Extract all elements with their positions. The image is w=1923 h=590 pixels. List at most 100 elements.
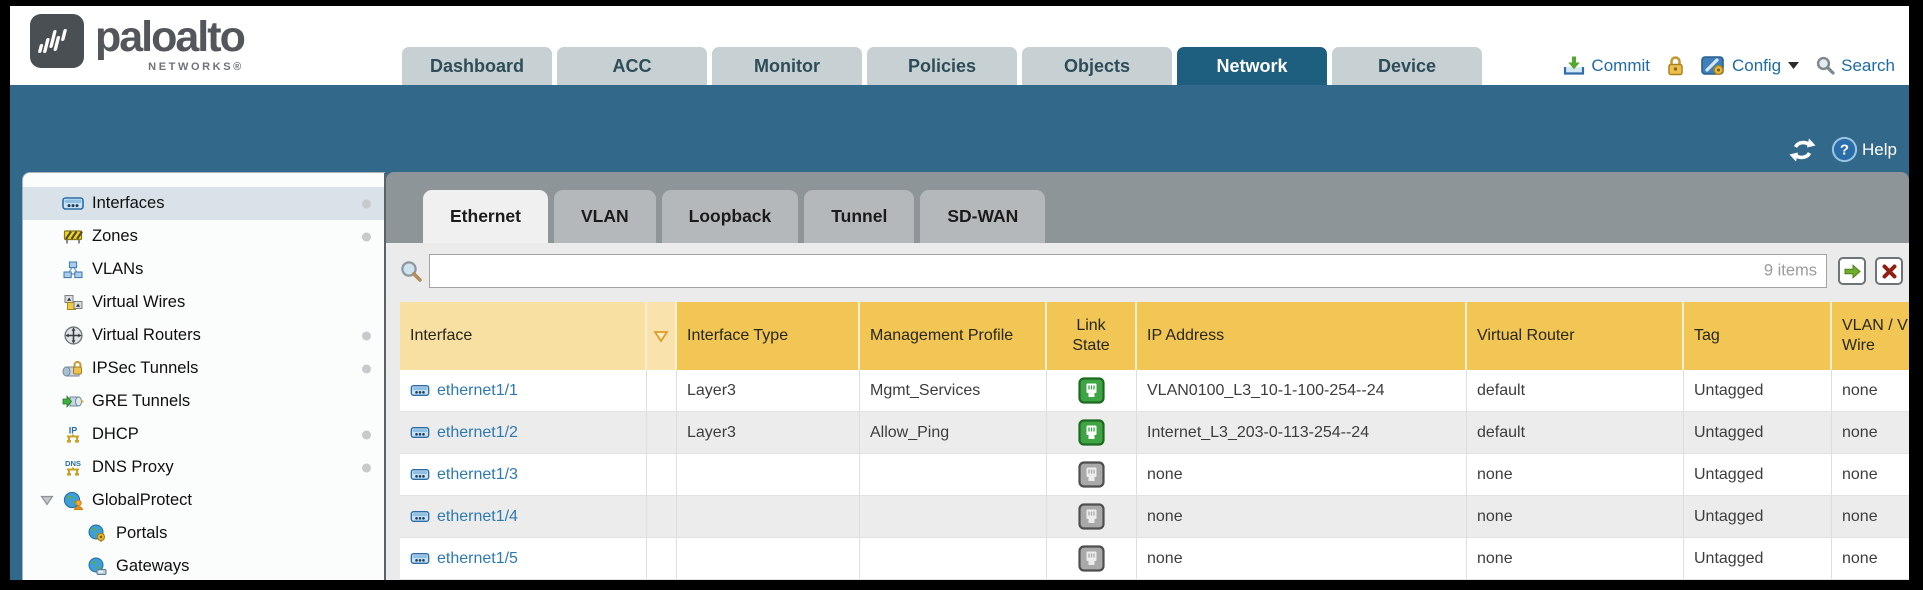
table-row[interactable]: ethernet1/1Layer3Mgmt_ServicesVLAN0100_L… (400, 370, 1909, 412)
table-row[interactable]: ethernet1/2Layer3Allow_PingInternet_L3_2… (400, 412, 1909, 454)
sidebar-item-vlans[interactable]: VLANs (23, 253, 384, 286)
virtual-wires-icon (59, 294, 87, 311)
lock-icon[interactable] (1666, 55, 1685, 76)
sub-tab-vlan[interactable]: VLAN (554, 190, 656, 243)
sub-tab-ethernet[interactable]: Ethernet (423, 190, 548, 243)
cell-interface: ethernet1/3 (400, 454, 647, 496)
sidebar-item-portals[interactable]: Portals (23, 517, 384, 550)
cell-vr: none (1467, 538, 1684, 580)
search-label: Search (1841, 56, 1895, 76)
column-header-ip[interactable]: IP Address (1137, 302, 1467, 370)
column-header-vr[interactable]: Virtual Router (1467, 302, 1684, 370)
sub-tabs: EthernetVLANLoopbackTunnelSD-WAN (386, 172, 1909, 243)
cell-type (677, 454, 860, 496)
cell-ip: VLAN0100_L3_10-1-100-254--24 (1137, 370, 1467, 412)
cell-vlan: none (1832, 412, 1909, 454)
cell-link-state (1047, 538, 1137, 580)
sidebar-item-gateways[interactable]: Gateways (23, 550, 384, 580)
logo-networks-text: NETWORKS® (148, 61, 244, 73)
config-action[interactable]: Config (1701, 55, 1800, 76)
sidebar-item-dns-proxy[interactable]: DNS DNS Proxy (23, 451, 384, 484)
cell-vr: none (1467, 496, 1684, 538)
column-header-mgmt-profile[interactable]: Management Profile (860, 302, 1047, 370)
main-tab-device[interactable]: Device (1332, 47, 1482, 85)
column-header-vlan[interactable]: VLAN / V Wire (1832, 302, 1909, 370)
help-action[interactable]: ? Help (1831, 136, 1897, 163)
interface-link[interactable]: ethernet1/4 (437, 508, 518, 526)
sidebar-item-interfaces[interactable]: Interfaces (23, 187, 384, 220)
table-row[interactable]: ethernet1/3nonenoneUntaggednone (400, 454, 1909, 496)
column-header-link-state[interactable]: Link State (1047, 302, 1137, 370)
dhcp-icon: IP (59, 425, 87, 444)
table-row[interactable]: ethernet1/4nonenoneUntaggednone (400, 496, 1909, 538)
top-header: paloalto NETWORKS® DashboardACCMonitorPo… (10, 6, 1909, 85)
filter-input[interactable] (429, 254, 1827, 288)
column-header-type[interactable]: Interface Type (677, 302, 860, 370)
sidebar-item-zones[interactable]: Zones (23, 220, 384, 253)
sub-tab-loopback[interactable]: Loopback (662, 190, 799, 243)
expander-icon[interactable] (35, 495, 59, 506)
cell-link-state (1047, 370, 1137, 412)
cell-tag: Untagged (1684, 538, 1832, 580)
sidebar-item-virtual-routers[interactable]: Virtual Routers (23, 319, 384, 352)
filter-bar: 9 items (400, 253, 1909, 289)
search-action[interactable]: Search (1816, 56, 1895, 76)
link-state-up-icon (1078, 377, 1105, 404)
sort-marker-cell[interactable] (647, 302, 677, 370)
sidebar-item-label: DHCP (92, 425, 139, 444)
main-tab-dashboard[interactable]: Dashboard (402, 47, 552, 85)
main-tab-monitor[interactable]: Monitor (712, 47, 862, 85)
sidebar-item-label: Virtual Wires (92, 293, 185, 312)
green-arrow-icon (1844, 264, 1861, 279)
app-window: paloalto NETWORKS® DashboardACCMonitorPo… (10, 6, 1909, 580)
main-tab-network[interactable]: Network (1177, 47, 1327, 85)
cell-vlan: none (1832, 496, 1909, 538)
refresh-icon[interactable] (1789, 138, 1816, 162)
main-tab-acc[interactable]: ACC (557, 47, 707, 85)
svg-text:?: ? (1840, 142, 1849, 159)
cell-interface: ethernet1/1 (400, 370, 647, 412)
sub-tab-tunnel[interactable]: Tunnel (804, 190, 914, 243)
gre-tunnels-icon (59, 394, 87, 409)
commit-action[interactable]: Commit (1563, 56, 1650, 76)
table-row[interactable]: ethernet1/5nonenoneUntaggednone (400, 538, 1909, 580)
cell-interface: ethernet1/4 (400, 496, 647, 538)
cell-type: Layer3 (677, 412, 860, 454)
sidebar-item-dhcp[interactable]: IP DHCP (23, 418, 384, 451)
column-header-interface[interactable]: Interface (400, 302, 647, 370)
sidebar-item-label: Portals (116, 524, 167, 543)
column-header-tag[interactable]: Tag (1684, 302, 1832, 370)
cell-mgmt-profile: Allow_Ping (860, 412, 1047, 454)
red-x-icon (1881, 263, 1898, 280)
link-state-down-icon (1078, 545, 1105, 572)
sidebar-item-label: DNS Proxy (92, 458, 174, 477)
cell-vlan: none (1832, 370, 1909, 412)
zones-icon (59, 228, 87, 245)
cell-vlan: none (1832, 538, 1909, 580)
link-state-up-icon (1078, 419, 1105, 446)
sidebar-item-virtual-wires[interactable]: Virtual Wires (23, 286, 384, 319)
sidebar-item-ipsec-tunnels[interactable]: IPSec Tunnels (23, 352, 384, 385)
main-tab-objects[interactable]: Objects (1022, 47, 1172, 85)
cell-link-state (1047, 412, 1137, 454)
cell-interface: ethernet1/2 (400, 412, 647, 454)
sidebar-item-label: VLANs (92, 260, 143, 279)
sidebar-item-label: GlobalProtect (92, 491, 192, 510)
sort-marker-icon (652, 328, 670, 344)
svg-text:IP: IP (69, 426, 78, 436)
main-tab-policies[interactable]: Policies (867, 47, 1017, 85)
apply-filter-button[interactable] (1838, 257, 1866, 285)
interface-link[interactable]: ethernet1/2 (437, 424, 518, 442)
interface-link[interactable]: ethernet1/5 (437, 550, 518, 568)
interface-link[interactable]: ethernet1/1 (437, 382, 518, 400)
interface-link[interactable]: ethernet1/3 (437, 466, 518, 484)
help-label: Help (1862, 140, 1897, 160)
sub-tab-sd-wan[interactable]: SD-WAN (920, 190, 1045, 243)
cell-type (677, 496, 860, 538)
sidebar-item-gre-tunnels[interactable]: GRE Tunnels (23, 385, 384, 418)
clear-filter-button[interactable] (1875, 257, 1903, 285)
dns-proxy-icon: DNS (59, 458, 87, 477)
sidebar-item-globalprotect[interactable]: GlobalProtect (23, 484, 384, 517)
ipsec-tunnels-icon (59, 360, 87, 378)
cell-ip: none (1137, 538, 1467, 580)
